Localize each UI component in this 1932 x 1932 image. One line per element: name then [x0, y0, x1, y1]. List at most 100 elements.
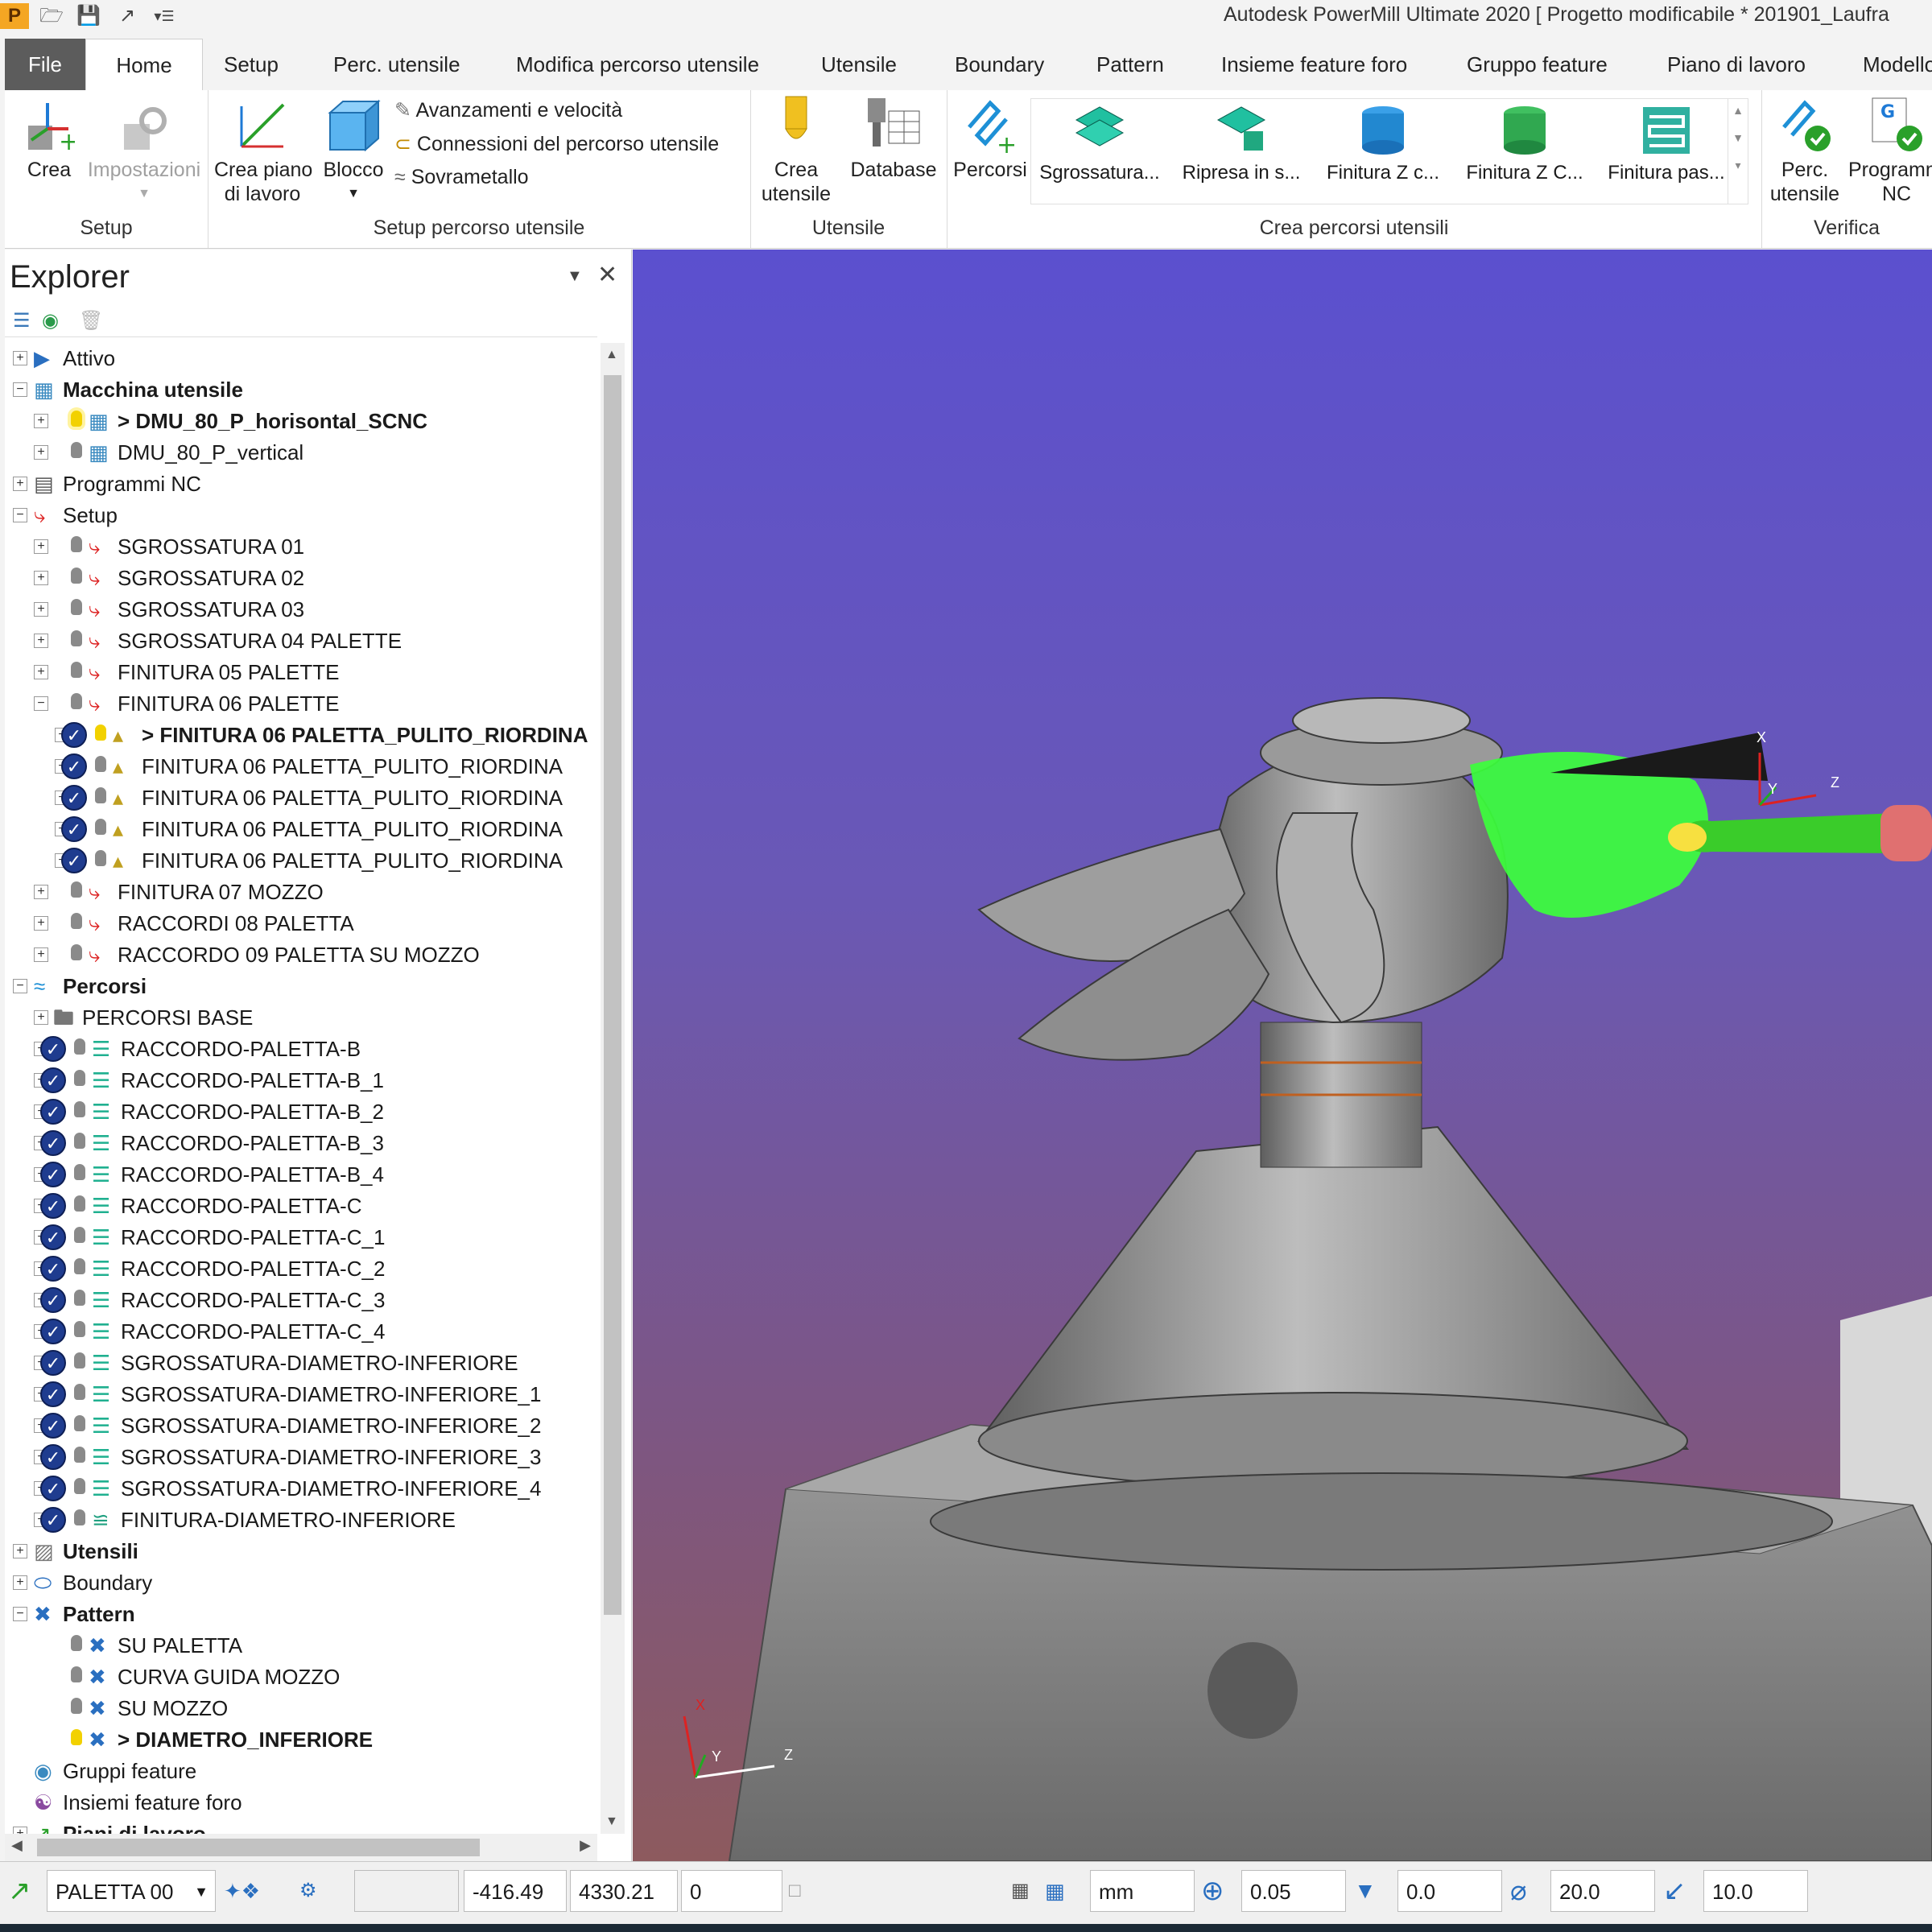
lightbulb-icon[interactable]	[74, 1290, 85, 1306]
lightbulb-icon[interactable]	[71, 536, 82, 552]
lightbulb-icon[interactable]	[95, 850, 106, 866]
toolpath-computed-check-icon[interactable]: ✓	[40, 1319, 66, 1344]
visible-lightbulb-icon[interactable]	[95, 724, 106, 741]
lightbulb-icon[interactable]	[71, 944, 82, 960]
tab-modello[interactable]: Modello	[1863, 39, 1932, 90]
verifica-programmi-nc-button[interactable]: G Programmi NC	[1848, 95, 1932, 206]
explorer-horizontal-scrollbar[interactable]: ◀ ▶	[5, 1834, 597, 1861]
explorer-delete-icon[interactable]: 🗑	[79, 309, 103, 332]
expand-icon[interactable]: +	[13, 1827, 27, 1834]
thickness-field[interactable]: 0.0	[1397, 1870, 1502, 1912]
lightbulb-icon[interactable]	[74, 1133, 85, 1149]
tab-utensile[interactable]: Utensile	[821, 39, 897, 90]
toolpath-computed-check-icon[interactable]: ✓	[40, 1099, 66, 1125]
save-icon[interactable]: 💾	[74, 3, 103, 29]
toolpath-computed-check-icon[interactable]: ✓	[40, 1067, 66, 1093]
connessioni-button[interactable]: ⊂ Connessioni del percorso utensile	[394, 132, 719, 156]
toolpath-computed-check-icon[interactable]: ✓	[40, 1130, 66, 1156]
tab-file[interactable]: File	[5, 39, 85, 90]
lightbulb-icon[interactable]	[74, 1384, 85, 1400]
lightbulb-icon[interactable]	[71, 442, 82, 458]
tab-pattern[interactable]: Pattern	[1096, 39, 1164, 90]
explorer-vertical-scrollbar[interactable]: ▲ ▼	[601, 343, 625, 1834]
tab-setup[interactable]: Setup	[224, 39, 279, 90]
lightbulb-icon[interactable]	[74, 1352, 85, 1368]
lightbulb-icon[interactable]	[74, 1038, 85, 1055]
expand-icon[interactable]: +	[34, 634, 48, 648]
collapse-icon[interactable]: −	[13, 508, 27, 522]
expand-icon[interactable]: +	[34, 885, 48, 899]
sovrametallo-button[interactable]: ≈ Sovrametallo	[394, 166, 529, 189]
crea-setup-button[interactable]: + Crea	[14, 97, 84, 182]
snap-icon[interactable]: □	[789, 1873, 801, 1909]
expand-icon[interactable]: +	[34, 539, 48, 554]
expand-icon[interactable]: +	[34, 947, 48, 962]
tab-home[interactable]: Home	[85, 39, 203, 91]
gallery-finitura-z-c1[interactable]: Finitura Z c...	[1315, 102, 1451, 184]
scroll-right-icon[interactable]: ▶	[580, 1837, 591, 1854]
lightbulb-icon[interactable]	[71, 1666, 82, 1682]
expand-icon[interactable]: +	[34, 571, 48, 585]
toolpath-computed-check-icon[interactable]: ✓	[61, 722, 87, 748]
toolpath-computed-check-icon[interactable]: ✓	[40, 1381, 66, 1407]
lightbulb-icon[interactable]	[74, 1227, 85, 1243]
graphics-viewport[interactable]: X Y Z X Y Z	[633, 250, 1932, 1861]
lightbulb-icon[interactable]	[71, 913, 82, 929]
scroll-up-icon[interactable]: ▲	[605, 348, 618, 362]
lightbulb-icon[interactable]	[71, 662, 82, 678]
lightbulb-icon[interactable]	[74, 1258, 85, 1274]
database-button[interactable]: Database	[845, 95, 942, 182]
active-lightbulb-icon[interactable]	[71, 411, 82, 427]
stepover-field[interactable]: 10.0	[1703, 1870, 1808, 1912]
explorer-hscroll-thumb[interactable]	[37, 1839, 480, 1856]
lightbulb-icon[interactable]	[74, 1195, 85, 1212]
tab-boundary[interactable]: Boundary	[955, 39, 1044, 90]
calculator-icon[interactable]: ▦	[1011, 1873, 1030, 1909]
lightbulb-icon[interactable]	[74, 1101, 85, 1117]
expand-icon[interactable]: +	[34, 445, 48, 460]
scroll-left-icon[interactable]: ◀	[11, 1837, 23, 1854]
explorer-menu-icon[interactable]: ▼	[567, 267, 583, 286]
toolpath-computed-check-icon[interactable]: ✓	[40, 1224, 66, 1250]
workplane-options-icon[interactable]: ⚙	[299, 1873, 317, 1909]
lightbulb-icon[interactable]	[74, 1415, 85, 1431]
tab-perc-utensile[interactable]: Perc. utensile	[333, 39, 460, 90]
lightbulb-icon[interactable]	[95, 819, 106, 835]
gallery-down-icon[interactable]: ▼	[1728, 131, 1748, 144]
lightbulb-icon[interactable]	[71, 1635, 82, 1651]
lightbulb-icon[interactable]	[71, 568, 82, 584]
expand-icon[interactable]: +	[34, 665, 48, 679]
lightbulb-icon[interactable]	[71, 881, 82, 898]
units-field[interactable]: mm	[1090, 1870, 1195, 1912]
lightbulb-icon[interactable]	[74, 1447, 85, 1463]
lightbulb-icon[interactable]	[71, 630, 82, 646]
gallery-sgrossatura[interactable]: Sgrossatura...	[1031, 102, 1168, 184]
toolpath-computed-check-icon[interactable]: ✓	[40, 1256, 66, 1282]
toolpath-computed-check-icon[interactable]: ✓	[40, 1507, 66, 1533]
lightbulb-icon[interactable]	[71, 693, 82, 709]
blocco-button[interactable]: Blocco ▼	[317, 97, 390, 206]
workplane-select[interactable]: PALETTA 00 ▼	[47, 1870, 216, 1912]
expand-icon[interactable]: +	[13, 1544, 27, 1558]
workplane-tools-icon[interactable]: ✦❖	[224, 1873, 260, 1909]
explorer-globe-icon[interactable]: ◉	[42, 309, 59, 332]
open-folder-icon[interactable]: 🗁	[37, 3, 66, 29]
toolpath-computed-check-icon[interactable]: ✓	[61, 753, 87, 779]
toolpath-computed-check-icon[interactable]: ✓	[40, 1193, 66, 1219]
toolpath-computed-check-icon[interactable]: ✓	[40, 1287, 66, 1313]
expand-icon[interactable]: +	[34, 916, 48, 931]
toolpath-computed-check-icon[interactable]: ✓	[40, 1350, 66, 1376]
lightbulb-icon[interactable]	[95, 756, 106, 772]
avanzamenti-button[interactable]: ✎ Avanzamenti e velocità	[394, 98, 622, 122]
toolpath-computed-check-icon[interactable]: ✓	[40, 1162, 66, 1187]
gallery-scroll[interactable]: ▲ ▼ ▾	[1728, 99, 1748, 204]
workplane-quick-icon[interactable]: ↗	[113, 3, 142, 29]
lightbulb-icon[interactable]	[74, 1478, 85, 1494]
tolerance-field[interactable]: 0.05	[1241, 1870, 1346, 1912]
verifica-perc-utensile-button[interactable]: Perc. utensile	[1765, 95, 1845, 206]
app-logo-icon[interactable]: P	[0, 3, 29, 29]
collapse-icon[interactable]: −	[13, 382, 27, 397]
collapse-icon[interactable]: −	[34, 696, 48, 711]
lightbulb-icon[interactable]	[71, 1698, 82, 1714]
coordinate-x-field[interactable]: -416.49	[464, 1870, 567, 1912]
